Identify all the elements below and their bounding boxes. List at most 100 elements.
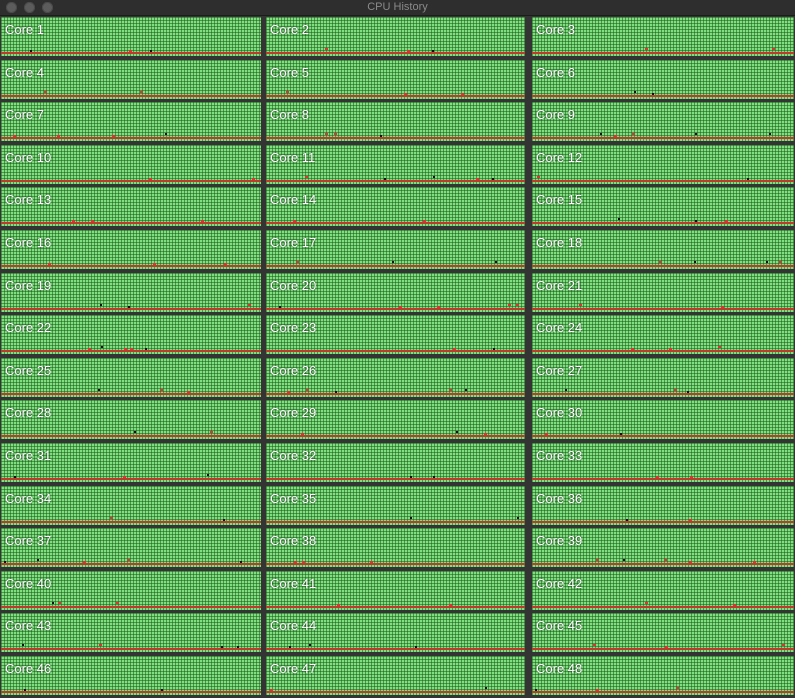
user-load-trace	[1, 521, 261, 523]
load-spike-mark	[248, 304, 251, 306]
core-history-panel: Core 40	[1, 571, 261, 610]
user-load-trace	[266, 606, 525, 608]
core-history-panel: Core 48	[532, 656, 794, 695]
load-spike-mark	[721, 306, 724, 308]
core-history-panel: Core 18	[532, 230, 794, 269]
core-label: Core 22	[5, 320, 52, 335]
core-label: Core 8	[270, 107, 310, 122]
user-load-trace	[266, 478, 525, 480]
user-load-trace	[1, 222, 261, 224]
load-spike-mark	[279, 306, 281, 308]
load-spike-mark	[410, 517, 412, 519]
load-spike-mark	[30, 50, 32, 52]
core-label: Core 5	[270, 65, 310, 80]
load-spike-mark	[306, 389, 309, 391]
core-history-panel: Core 11	[266, 145, 525, 184]
user-load-trace	[1, 52, 261, 54]
load-spike-mark	[334, 133, 337, 135]
load-spike-mark	[149, 178, 152, 180]
core-history-panel: Core 13	[1, 187, 261, 226]
load-spike-mark	[57, 135, 60, 137]
load-spike-mark	[287, 391, 290, 393]
user-load-trace	[266, 435, 525, 437]
user-load-trace	[532, 648, 794, 650]
load-spike-mark	[161, 689, 163, 691]
load-spike-mark	[370, 561, 373, 563]
load-spike-mark	[537, 176, 540, 178]
load-spike-mark	[44, 91, 47, 93]
core-label: Core 34	[5, 491, 52, 506]
load-spike-mark	[286, 91, 289, 93]
core-history-panel: Core 30	[532, 400, 794, 439]
load-spike-mark	[689, 561, 692, 563]
core-history-panel: Core 15	[532, 187, 794, 226]
load-spike-mark	[91, 220, 94, 222]
load-spike-mark	[779, 261, 782, 263]
load-spike-mark	[517, 517, 519, 519]
load-spike-mark	[423, 220, 426, 222]
user-load-trace	[532, 222, 794, 224]
user-load-trace	[266, 137, 525, 139]
load-spike-mark	[134, 431, 136, 433]
load-spike-mark	[58, 602, 61, 604]
load-spike-mark	[695, 220, 697, 222]
core-history-panel: Core 31	[1, 443, 261, 482]
core-label: Core 48	[536, 661, 583, 676]
load-spike-mark	[37, 559, 39, 561]
user-load-trace	[532, 393, 794, 395]
load-spike-mark	[689, 519, 692, 521]
load-spike-mark	[100, 304, 102, 306]
load-spike-mark	[127, 559, 130, 561]
core-label: Core 4	[5, 65, 45, 80]
load-spike-mark	[664, 559, 667, 561]
core-label: Core 13	[5, 192, 52, 207]
core-label: Core 26	[270, 363, 317, 378]
load-spike-mark	[545, 433, 548, 435]
load-spike-mark	[766, 261, 768, 263]
core-label: Core 15	[536, 192, 583, 207]
load-spike-mark	[145, 348, 147, 350]
core-label: Core 10	[5, 150, 52, 165]
core-label: Core 33	[536, 448, 583, 463]
load-spike-mark	[516, 304, 519, 306]
core-label: Core 42	[536, 576, 583, 591]
core-history-panel: Core 3	[532, 17, 794, 56]
load-spike-mark	[404, 93, 407, 95]
load-spike-mark	[656, 476, 659, 478]
load-spike-mark	[596, 689, 599, 691]
load-spike-mark	[221, 646, 223, 648]
core-label: Core 35	[270, 491, 317, 506]
core-label: Core 21	[536, 278, 583, 293]
load-spike-mark	[669, 348, 672, 350]
load-spike-mark	[484, 433, 487, 435]
load-spike-mark	[309, 644, 311, 646]
load-spike-mark	[620, 433, 622, 435]
user-load-trace	[1, 648, 261, 650]
load-spike-mark	[305, 176, 308, 178]
user-load-trace	[532, 137, 794, 139]
user-load-trace	[266, 265, 525, 267]
load-spike-mark	[782, 644, 785, 646]
core-label: Core 40	[5, 576, 52, 591]
user-load-trace	[1, 265, 261, 267]
load-spike-mark	[52, 602, 54, 604]
user-load-trace	[532, 52, 794, 54]
core-label: Core 44	[270, 618, 317, 633]
core-label: Core 25	[5, 363, 52, 378]
user-load-trace	[266, 180, 525, 182]
user-load-trace	[266, 350, 525, 352]
core-history-panel: Core 33	[532, 443, 794, 482]
user-load-trace	[532, 95, 794, 97]
load-spike-mark	[652, 93, 654, 95]
load-spike-mark	[116, 602, 119, 604]
core-label: Core 6	[536, 65, 576, 80]
core-label: Core 36	[536, 491, 583, 506]
load-spike-mark	[596, 559, 599, 561]
load-spike-mark	[449, 604, 452, 606]
user-load-trace	[532, 180, 794, 182]
load-spike-mark	[98, 389, 100, 391]
core-history-panel: Core 27	[532, 358, 794, 397]
core-history-panel: Core 26	[266, 358, 525, 397]
load-spike-mark	[150, 50, 152, 52]
title-bar[interactable]: CPU History	[0, 0, 795, 16]
